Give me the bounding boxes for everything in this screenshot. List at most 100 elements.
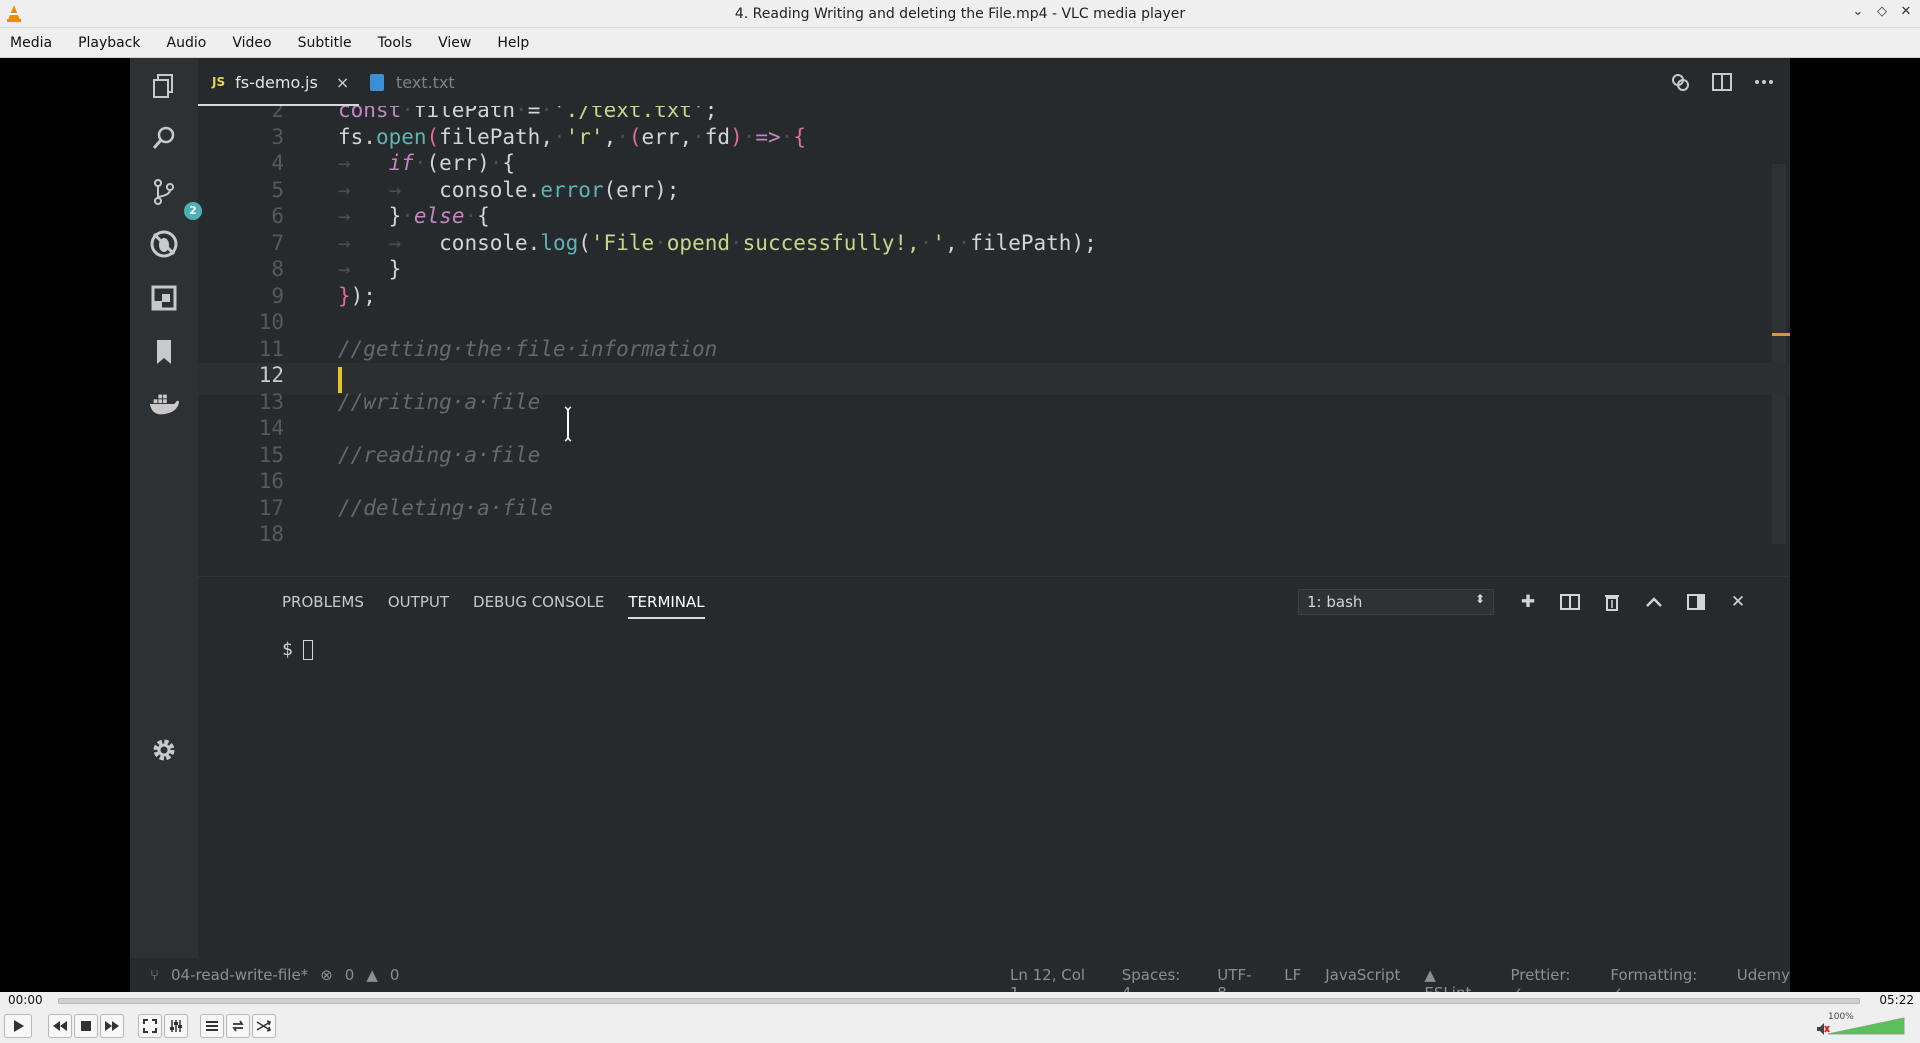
menu-subtitle[interactable]: Subtitle (298, 35, 352, 51)
js-file-icon: JS (212, 75, 226, 89)
line-number: 17 (258, 495, 284, 520)
minimize-button[interactable]: ⌄ (1850, 4, 1866, 19)
error-count: 0 (344, 966, 355, 984)
menu-audio[interactable]: Audio (167, 35, 207, 51)
text-file-icon (370, 73, 384, 91)
docker-icon (148, 388, 180, 420)
play-button[interactable] (4, 1014, 32, 1038)
total-duration: 05:22 (1879, 993, 1914, 1007)
line-code: → → console.error(err); (338, 177, 680, 202)
line-code: → }·else·{ (338, 204, 490, 228)
menu-playback[interactable]: Playback (78, 35, 140, 51)
mute-speaker-icon[interactable] (1816, 1022, 1830, 1036)
error-icon: ⊗ (320, 966, 333, 984)
chevron-up-icon (1642, 591, 1666, 613)
debug-icon (148, 228, 180, 260)
panel-tab-debug-console: DEBUG CONSOLE (473, 593, 605, 611)
settings-gear-icon (148, 734, 180, 766)
menu-view[interactable]: View (438, 35, 471, 51)
split-terminal-icon (1558, 591, 1582, 613)
line-code: const·filePath·=·'./text.txt'; (338, 106, 718, 122)
stop-button[interactable] (74, 1014, 98, 1038)
prompt-symbol: $ (282, 639, 293, 660)
line-number: 11 (258, 336, 284, 361)
line-number: 10 (258, 310, 284, 334)
line-code: //writing·a·file (338, 389, 541, 414)
new-terminal-plus-icon: ✚ (1520, 592, 1536, 612)
line-code: → } (338, 257, 402, 281)
line-code: //getting·the·file·information (338, 336, 718, 361)
line-code: }); (338, 283, 376, 308)
line-number: 5 (271, 177, 284, 202)
line-number: 7 (271, 230, 284, 255)
extended-settings-button[interactable] (164, 1014, 188, 1038)
maximize-button[interactable]: ◇ (1874, 4, 1890, 19)
text-cursor-ibeam-icon (564, 406, 572, 442)
volume-slider[interactable]: 100% (1827, 1012, 1908, 1038)
volume-level: 100% (1828, 1012, 1854, 1022)
playlist-button[interactable] (200, 1014, 224, 1038)
fullscreen-button[interactable] (138, 1014, 162, 1038)
line-number: 2 (271, 106, 284, 122)
bookmark-icon (148, 336, 180, 368)
line-number: 15 (258, 442, 284, 467)
line-code: fs.open(filePath,·'r',·(err,·fd)·=>·{ (338, 124, 806, 149)
line-code: → if·(err)·{ (338, 151, 516, 175)
source-control-icon: 2 (148, 176, 202, 220)
tab-label: text.txt (396, 72, 455, 92)
close-panel-icon: ✕ (1730, 592, 1746, 612)
terminal-cursor (302, 639, 313, 660)
explorer-icon (148, 70, 180, 102)
menu-video[interactable]: Video (232, 35, 271, 51)
warning-count: 0 (389, 966, 400, 984)
tab-close-icon: × (335, 72, 350, 92)
split-editor-icon (1710, 70, 1734, 94)
select-arrows-icon: ⬍ (1474, 592, 1485, 606)
vscode-frame: 2 JS fs-demo.js × text.txt 2 const·fileP… (130, 58, 1790, 1002)
bottom-panel: PROBLEMS OUTPUT DEBUG CONSOLE TERMINAL 1… (198, 576, 1790, 992)
line-number: 16 (258, 469, 284, 493)
code-editor: 2 const·filePath·=·'./text.txt'; 3 fs.open(… (198, 106, 1790, 576)
toggle-panel-position-icon (1684, 591, 1708, 613)
elapsed-time: 00:00 (8, 993, 43, 1007)
code-line: 18 (198, 522, 1790, 554)
menu-bar: Media Playback Audio Video Subtitle Tool… (0, 28, 1920, 58)
line-code: → → console.log('File·opend·successfully… (338, 230, 1097, 255)
seek-slider[interactable] (58, 998, 1860, 1004)
line-number: 9 (271, 283, 284, 308)
line-number: 4 (271, 151, 284, 175)
menu-media[interactable]: Media (10, 35, 52, 51)
tab-fs-demo-js: JS fs-demo.js × (198, 68, 360, 106)
close-window-button[interactable]: ✕ (1898, 4, 1914, 19)
search-icon (148, 122, 180, 154)
loop-button[interactable] (226, 1014, 250, 1038)
shuffle-button[interactable] (252, 1014, 276, 1038)
terminal-select: 1: bash ⬍ (1298, 589, 1494, 615)
line-number: 12 (258, 363, 284, 387)
previous-button[interactable] (48, 1014, 72, 1038)
extensions-icon (148, 282, 180, 314)
warning-icon: ▲ (366, 966, 378, 984)
git-branch-icon: ⑂ (150, 966, 160, 984)
menu-help[interactable]: Help (497, 35, 529, 51)
more-actions-icon (1752, 70, 1776, 94)
line-number: 8 (271, 257, 284, 281)
tab-label: fs-demo.js (235, 72, 318, 92)
editor-tabs: JS fs-demo.js × text.txt (198, 58, 1790, 106)
status-bar: ⑂ 04-read-write-file* ⊗ 0 ▲ 0 Ln 12, Col… (130, 958, 1790, 1002)
menu-tools[interactable]: Tools (378, 35, 413, 51)
seek-row: 00:00 05:22 (0, 992, 1920, 1010)
next-button[interactable] (100, 1014, 124, 1038)
terminal-select-value: 1: bash (1307, 593, 1363, 611)
trash-icon (1600, 591, 1624, 613)
playback-controls: 100% (0, 1010, 1920, 1043)
git-branch: 04-read-write-file* (171, 966, 309, 984)
line-code: //deleting·a·file (338, 495, 553, 520)
video-area[interactable]: 2 JS fs-demo.js × text.txt 2 const·fileP… (0, 58, 1920, 1002)
line-number: 13 (258, 389, 284, 414)
open-changes-icon (1668, 70, 1692, 94)
panel-tab-output: OUTPUT (387, 593, 450, 611)
line-number: 3 (271, 124, 284, 149)
panel-tab-problems: PROBLEMS (282, 593, 364, 611)
line-number: 6 (271, 204, 284, 228)
